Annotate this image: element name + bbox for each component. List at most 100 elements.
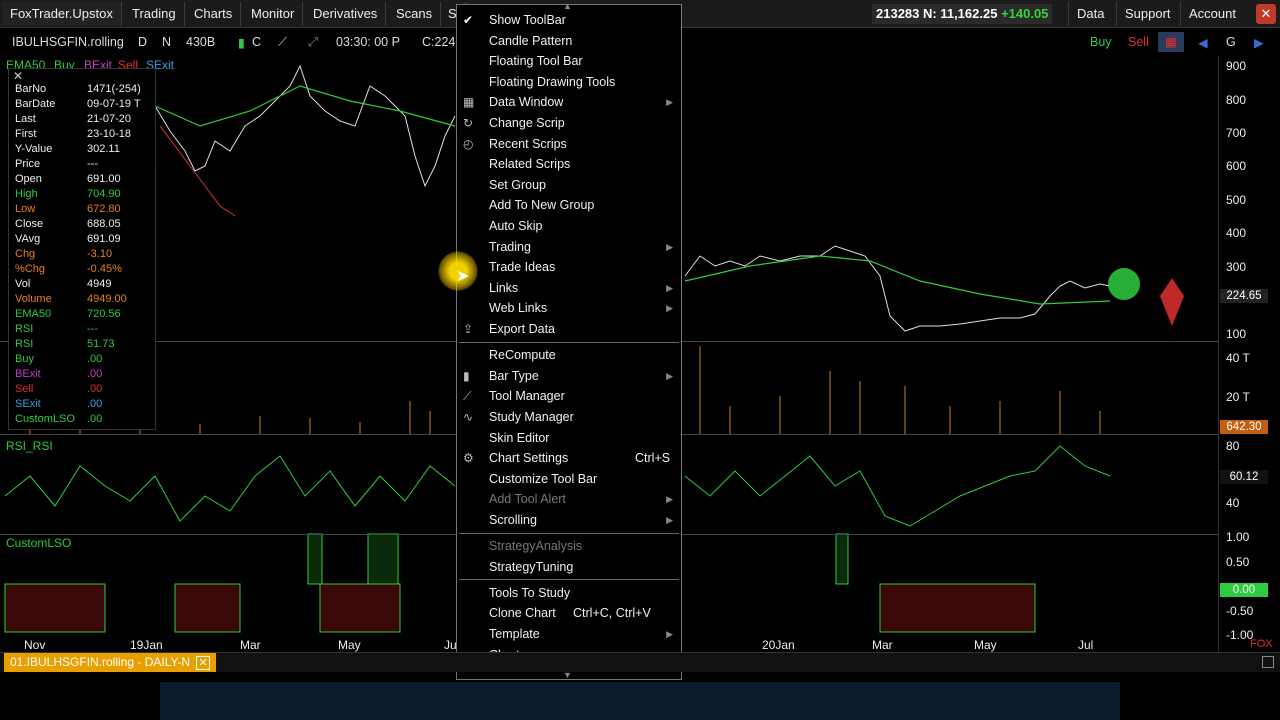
menu-item-label: Related Scrips — [489, 157, 571, 172]
fox-label: FOX — [1250, 638, 1273, 650]
data-window-key: Vol — [15, 278, 31, 290]
menu-item-icon: ▦ — [463, 95, 475, 110]
menu-item-change-scrip[interactable]: ↻ Change Scrip — [457, 113, 681, 133]
menu-account[interactable]: Account — [1180, 2, 1244, 26]
expand-icon[interactable]: ⤢ — [308, 35, 318, 50]
menu-item-label: Tools To Study — [489, 585, 571, 600]
lso-tick: 1.00 — [1226, 530, 1250, 544]
scroll-left-icon[interactable]: ◀ — [1198, 35, 1208, 50]
menu-item-candle-pattern[interactable]: Candle Pattern — [457, 31, 681, 51]
data-window-row: Last 21-07-20 — [15, 113, 155, 128]
menu-foxtrader[interactable]: FoxTrader.Upstox — [2, 2, 122, 26]
menu-item-set-group[interactable]: Set Group — [457, 175, 681, 195]
data-window-key: RSI — [15, 338, 34, 350]
sub-button[interactable]: 430B — [186, 35, 215, 49]
menu-item-show-toolbar[interactable]: ✔ Show ToolBar — [457, 10, 681, 30]
scroll-up-icon[interactable]: ▲ — [563, 1, 572, 11]
data-window-value: 688.05 — [87, 218, 121, 230]
menu-item-related-scrips[interactable]: Related Scrips — [457, 154, 681, 174]
menu-item-template[interactable]: Template ▶ — [457, 624, 681, 644]
menu-item-icon: ▮ — [463, 368, 470, 383]
menu-item-floating-tool-bar[interactable]: Floating Tool Bar — [457, 51, 681, 71]
data-window-row: BExit .00 — [15, 368, 155, 383]
menu-item-trade-ideas[interactable]: Trade Ideas — [457, 257, 681, 277]
bar-type-icon[interactable]: ▮ — [238, 35, 245, 50]
buy-button[interactable]: Buy — [1090, 35, 1112, 49]
data-window-row: BarDate 09-07-19 T — [15, 98, 155, 113]
menu-item-data-window[interactable]: ▦ Data Window ▶ — [457, 92, 681, 112]
menu-item-label: Recent Scrips — [489, 136, 567, 151]
menu-derivatives[interactable]: Derivatives — [305, 2, 387, 26]
menu-support[interactable]: Support — [1116, 2, 1179, 26]
menu-item-tool-manager[interactable]: ⟋ Tool Manager — [457, 386, 681, 406]
menu-item-add-to-new-group[interactable]: Add To New Group — [457, 195, 681, 215]
menu-item-web-links[interactable]: Web Links ▶ — [457, 298, 681, 318]
menu-scans[interactable]: Scans — [388, 2, 442, 26]
chart-tab-label: 01.IBULHSGFIN.rolling - DAILY-N — [10, 655, 191, 669]
mode-button[interactable]: N — [162, 35, 171, 49]
menu-item-label: Export Data — [489, 322, 556, 336]
menu-item-links[interactable]: Links ▶ — [457, 278, 681, 298]
candle-button[interactable]: C — [252, 35, 261, 49]
sell-button[interactable]: Sell — [1128, 35, 1149, 49]
x-tick: 20Jan — [762, 638, 795, 652]
menu-item-recompute[interactable]: ReCompute — [457, 345, 681, 365]
menu-item-strategyanalysis: StrategyAnalysis — [457, 536, 681, 556]
data-window-key: SExit — [15, 398, 41, 410]
menu-item-trading[interactable]: Trading ▶ — [457, 237, 681, 257]
menu-item-customize-tool-bar[interactable]: Customize Tool Bar — [457, 469, 681, 489]
g-button[interactable]: G — [1226, 35, 1236, 49]
grid-icon[interactable]: ▦ — [1158, 32, 1184, 52]
x-tick: May — [974, 638, 997, 652]
close-app-button[interactable]: ✕ — [1256, 4, 1276, 24]
menu-item-label: Bar Type — [489, 368, 539, 383]
menu-item-scrolling[interactable]: Scrolling ▶ — [457, 510, 681, 530]
menu-item-clone-chart[interactable]: Clone Chart Ctrl+C, Ctrl+V — [457, 603, 681, 623]
data-window-value: 720.56 — [87, 308, 121, 320]
data-window[interactable]: ✕ BarNo 1471(-254) BarDate 09-07-19 T Last 21… — [8, 68, 156, 430]
menu-item-tools-to-study[interactable]: Tools To Study — [457, 583, 681, 603]
menu-item-auto-skip[interactable]: Auto Skip — [457, 216, 681, 236]
current-price-box: 224.65 — [1220, 289, 1268, 303]
menu-item-skin-editor[interactable]: Skin Editor — [457, 428, 681, 448]
menu-item-bar-type[interactable]: ▮ Bar Type ▶ — [457, 366, 681, 386]
menu-charts[interactable]: Charts — [186, 2, 242, 26]
data-window-key: BarDate — [15, 98, 56, 110]
menu-data[interactable]: Data — [1068, 2, 1112, 26]
symbol-name[interactable]: IBULHSGFIN.rolling — [12, 35, 124, 49]
menu-item-export-data[interactable]: ⇪ Export Data — [457, 319, 681, 339]
data-window-row: Open 691.00 — [15, 173, 155, 188]
scroll-right-icon[interactable]: ▶ — [1254, 35, 1264, 50]
data-window-value: .00 — [87, 398, 103, 410]
menu-item-label: Data Window — [489, 95, 564, 110]
close-icon[interactable]: ✕ — [13, 69, 23, 83]
menu-monitor[interactable]: Monitor — [243, 2, 304, 26]
menu-item-strategytuning[interactable]: StrategyTuning — [457, 557, 681, 577]
close-tab-icon[interactable]: ✕ — [196, 656, 211, 670]
data-window-key: CustomLSO — [15, 413, 75, 425]
menu-item-study-manager[interactable]: ∿ Study Manager — [457, 407, 681, 427]
menu-item-label: Chart Settings — [489, 451, 569, 466]
price-tick: 700 — [1226, 126, 1247, 140]
data-window-value: 4949 — [87, 278, 112, 290]
menu-item-floating-drawing-tools[interactable]: Floating Drawing Tools — [457, 72, 681, 92]
data-window-value: -0.45% — [87, 263, 122, 275]
period-button[interactable]: D — [138, 35, 147, 49]
data-window-row: SExit .00 — [15, 398, 155, 413]
data-window-key: Chg — [15, 248, 36, 260]
menu-trading[interactable]: Trading — [124, 2, 185, 26]
menu-item-label: Add To New Group — [489, 198, 595, 213]
data-window-value: 23-10-18 — [87, 128, 132, 140]
price-tick: 600 — [1226, 159, 1247, 173]
menu-item-label: ReCompute — [489, 348, 556, 363]
rsi-pane-title: RSI_RSI — [6, 439, 53, 453]
volume-tick: 40 T — [1226, 351, 1250, 365]
line-chart-icon[interactable]: ⟋ — [278, 35, 287, 50]
chart-tab[interactable]: 01.IBULHSGFIN.rolling - DAILY-N ✕ — [4, 653, 217, 672]
menu-item-chart-settings[interactable]: ⚙ Chart Settings Ctrl+S — [457, 448, 681, 468]
scroll-box-icon[interactable] — [1262, 656, 1274, 668]
data-window-row: %Chg -0.45% — [15, 263, 155, 278]
mouse-pointer-icon: ➤ — [456, 268, 470, 285]
data-window-key: BExit — [15, 368, 41, 380]
menu-item-recent-scrips[interactable]: ◴ Recent Scrips — [457, 134, 681, 154]
